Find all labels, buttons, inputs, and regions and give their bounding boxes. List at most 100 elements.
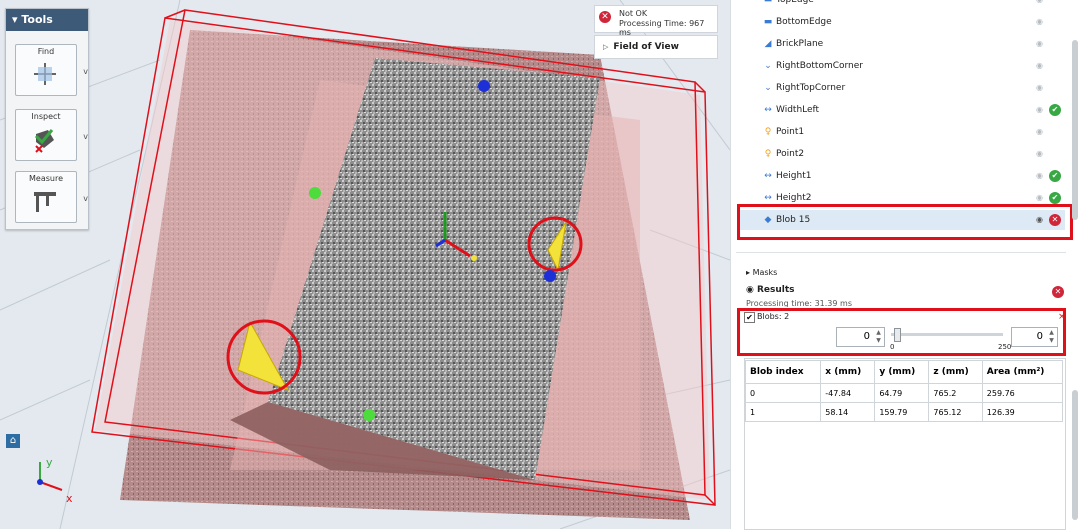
find-axes-icon <box>34 63 56 85</box>
table-cell: -47.84 <box>820 383 876 403</box>
find-tool-button[interactable]: Find v <box>15 44 88 96</box>
results-table: Blob index x (mm) y (mm) z (mm) Area (mm²) 0… <box>744 360 1064 422</box>
divider <box>736 252 1066 253</box>
table-header-cell[interactable]: Blob index <box>744 360 822 384</box>
tree-item-label: RightTopCorner <box>776 83 846 93</box>
inspect-label: Inspect <box>31 112 61 121</box>
marker-bottom <box>363 409 375 421</box>
field-of-view-expander[interactable]: ▷ Field of View <box>594 35 718 59</box>
table-cell: 765.2 <box>928 383 983 403</box>
table-cell: 259.76 <box>981 383 1064 403</box>
table-header-row: Blob index x (mm) y (mm) z (mm) Area (mm²) <box>744 360 1064 384</box>
table-header-cell[interactable]: Area (mm²) <box>981 360 1064 384</box>
find-label: Find <box>37 47 55 56</box>
masks-label: Masks <box>752 268 778 277</box>
tree-item-label: TopEdge <box>776 0 814 5</box>
tree-item-label: Height2 <box>776 193 812 203</box>
tools-panel: ▾ Tools Find v Inspect v Measure v <box>5 8 89 230</box>
point-icon: ♀ <box>764 149 772 159</box>
eye-icon[interactable]: ◉ <box>1036 100 1043 120</box>
tools-header[interactable]: ▾ Tools <box>6 9 88 31</box>
tree-item[interactable]: ♀ Point2 ◉ <box>740 144 1065 164</box>
home-icon[interactable]: ⌂ <box>6 434 20 448</box>
table-row[interactable]: 0 -47.84 64.79 765.2 259.76 <box>744 383 1064 403</box>
check-icon: ✔ <box>1049 170 1061 182</box>
marker-right <box>544 270 556 282</box>
point-icon: ♀ <box>764 127 772 137</box>
edge-icon: ▬ <box>763 0 773 5</box>
results-expander[interactable]: ◉ Results <box>746 285 795 295</box>
table-cell: 159.79 <box>874 402 930 422</box>
marker-left <box>309 187 321 199</box>
caliper-icon <box>34 192 56 212</box>
plane-icon: ◢ <box>764 39 772 49</box>
eye-icon[interactable]: ◉ <box>1036 144 1043 164</box>
tree-scrollbar[interactable] <box>1072 40 1078 220</box>
edge-icon: ▬ <box>763 17 773 27</box>
eye-icon[interactable]: ◉ <box>1036 0 1043 10</box>
tree-item-label: WidthLeft <box>776 105 820 115</box>
eye-icon[interactable]: ◉ <box>1036 12 1043 32</box>
table-header-cell[interactable]: z (mm) <box>928 360 983 384</box>
tree-item-label: Point1 <box>776 127 805 137</box>
tree-item-label: RightBottomCorner <box>776 61 863 71</box>
eye-icon[interactable]: ◉ <box>1036 78 1043 98</box>
axis-y-label: y <box>46 456 53 469</box>
corner-icon: ⌄ <box>764 83 772 93</box>
eye-icon[interactable]: ◉ <box>1036 34 1043 54</box>
tree-item[interactable]: ◢ BrickPlane ◉ <box>740 34 1065 54</box>
inspect-tool-button[interactable]: Inspect v <box>15 109 88 161</box>
table-header-cell[interactable]: x (mm) <box>820 360 876 384</box>
measure-tool-button[interactable]: Measure v <box>15 171 88 223</box>
table-cell: 0 <box>744 383 822 403</box>
table-cell: 58.14 <box>820 402 876 422</box>
results-fail-icon: ✕ <box>1052 286 1064 298</box>
check-icon: ✔ <box>1049 104 1061 116</box>
results-processing-time: Processing time: 31.39 ms <box>746 299 852 307</box>
blobs-filter-highlight <box>737 308 1066 356</box>
tree-item[interactable]: ↔ Height1 ◉ ✔ <box>740 166 1065 186</box>
axis-x-label: x <box>66 492 73 505</box>
table-cell: 126.39 <box>981 402 1064 422</box>
3d-viewport[interactable]: y x ▾ Tools Find v Inspect v Measure v ✕… <box>0 0 730 529</box>
distance-icon: ↔ <box>764 171 772 181</box>
tree-item[interactable]: ♀ Point1 ◉ <box>740 122 1065 142</box>
tree-item-label: BottomEdge <box>776 17 832 27</box>
chevron-down-icon[interactable]: v <box>83 67 88 76</box>
marker-top <box>478 80 490 92</box>
tree-item-label: Height1 <box>776 171 812 181</box>
tree-item[interactable]: ⌄ RightTopCorner ◉ <box>740 78 1065 98</box>
tools-title: Tools <box>21 13 53 26</box>
chevron-down-icon[interactable]: v <box>83 132 88 141</box>
blob-row-highlight <box>737 204 1073 240</box>
eye-icon[interactable]: ◉ <box>1036 122 1043 142</box>
tree-item[interactable]: ⌄ RightBottomCorner ◉ <box>740 56 1065 76</box>
distance-icon: ↔ <box>764 105 772 115</box>
table-cell: 765.12 <box>928 402 983 422</box>
chevron-right-icon: ▷ <box>603 43 609 51</box>
tree-item[interactable]: ▬TopEdge ◉ <box>740 0 1065 10</box>
chevron-down-icon[interactable]: v <box>83 194 88 203</box>
results-label: Results <box>757 285 795 295</box>
measure-label: Measure <box>29 174 63 183</box>
inspect-icon <box>34 129 54 153</box>
field-of-view-label: Field of View <box>613 42 679 52</box>
status-badge: ✕ Not OK Processing Time: 967 ms <box>594 5 718 37</box>
check-icon: ✔ <box>1049 192 1061 204</box>
table-header-cell[interactable]: y (mm) <box>874 360 930 384</box>
eye-icon[interactable]: ◉ <box>1036 166 1043 186</box>
table-cell: 1 <box>744 402 822 422</box>
tree-item[interactable]: ▬ BottomEdge ◉ <box>740 12 1065 32</box>
eye-icon[interactable]: ◉ <box>1036 56 1043 76</box>
tree-item-label: Point2 <box>776 149 805 159</box>
table-row[interactable]: 1 58.14 159.79 765.12 126.39 <box>744 402 1064 422</box>
tree-item-label: BrickPlane <box>776 39 824 49</box>
masks-expander[interactable]: ▸ Masks <box>746 268 777 277</box>
error-icon: ✕ <box>599 11 611 23</box>
status-state: Not OK <box>619 9 648 18</box>
scene-canvas[interactable]: y x <box>0 0 730 529</box>
table-cell: 64.79 <box>874 383 930 403</box>
corner-icon: ⌄ <box>764 61 772 71</box>
results-scrollbar[interactable] <box>1072 390 1078 520</box>
tree-item[interactable]: ↔ WidthLeft ◉ ✔ <box>740 100 1065 120</box>
